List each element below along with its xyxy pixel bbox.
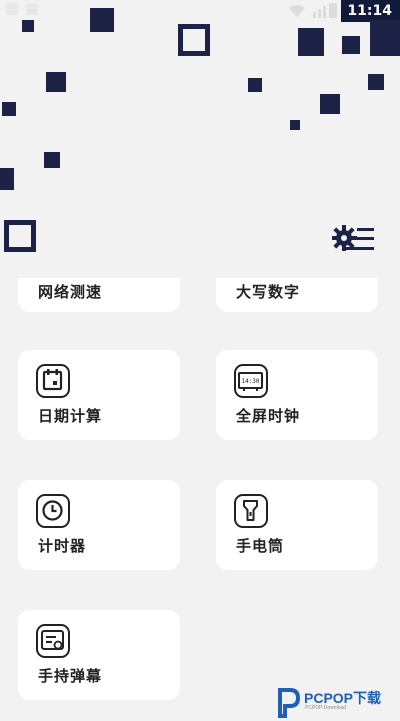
status-bar: 11:14 bbox=[0, 0, 400, 22]
status-left-icons bbox=[6, 3, 38, 15]
tool-card-handheld-barrage[interactable]: 手持弹幕 bbox=[18, 610, 180, 700]
tool-card-date-calc[interactable]: 日期计算 bbox=[18, 350, 180, 440]
app-notification-icon bbox=[26, 3, 38, 15]
notification-icon bbox=[6, 3, 18, 15]
flashlight-icon bbox=[234, 494, 268, 528]
fullscreen-clock-icon: 14:30 bbox=[234, 364, 268, 398]
tool-card-fullscreen-clock[interactable]: 14:30 全屏时钟 bbox=[216, 350, 378, 440]
handheld-barrage-icon bbox=[36, 624, 70, 658]
decor-square-outline bbox=[178, 24, 210, 56]
decor-square bbox=[298, 28, 324, 56]
tool-label: 手电筒 bbox=[236, 537, 285, 555]
decor-square bbox=[370, 20, 400, 56]
tool-label: 计时器 bbox=[38, 537, 87, 555]
decor-square bbox=[90, 8, 114, 32]
status-time: 11:14 bbox=[341, 0, 400, 22]
watermark-logo: PCPOP下载 PCPOP Download bbox=[276, 684, 400, 721]
decor-square bbox=[342, 36, 360, 54]
tool-card-network-speed[interactable]: 网络测速 bbox=[18, 278, 180, 312]
tool-label: 全屏时钟 bbox=[236, 407, 301, 425]
clock-icon-text: 14:30 bbox=[241, 378, 259, 385]
decor-square bbox=[2, 102, 16, 116]
settings-button[interactable] bbox=[331, 222, 376, 254]
tool-label: 大写数字 bbox=[236, 283, 301, 301]
calendar-icon bbox=[36, 364, 70, 398]
decor-square bbox=[320, 94, 340, 114]
tool-label: 日期计算 bbox=[38, 407, 103, 425]
tool-card-uppercase-number[interactable]: 大写数字 bbox=[216, 278, 378, 312]
gear-list-icon bbox=[331, 225, 374, 251]
timer-clock-icon bbox=[36, 494, 70, 528]
tool-label: 网络测速 bbox=[38, 283, 103, 301]
watermark-sub: PCPOP Download bbox=[305, 705, 347, 711]
decor-square-outline bbox=[4, 220, 36, 252]
decor-square bbox=[46, 72, 66, 92]
tool-label: 手持弹幕 bbox=[38, 667, 103, 685]
signal-icon bbox=[283, 0, 341, 22]
status-right: 11:14 bbox=[283, 0, 400, 22]
watermark-p-icon bbox=[278, 688, 301, 718]
decor-square bbox=[44, 152, 60, 168]
decor-square bbox=[248, 78, 262, 92]
decor-square bbox=[368, 74, 384, 90]
decor-square bbox=[22, 20, 34, 32]
tool-card-timer[interactable]: 计时器 bbox=[18, 480, 180, 570]
tool-card-flashlight[interactable]: 手电筒 bbox=[216, 480, 378, 570]
decor-square bbox=[0, 168, 14, 190]
decor-square bbox=[290, 120, 300, 130]
